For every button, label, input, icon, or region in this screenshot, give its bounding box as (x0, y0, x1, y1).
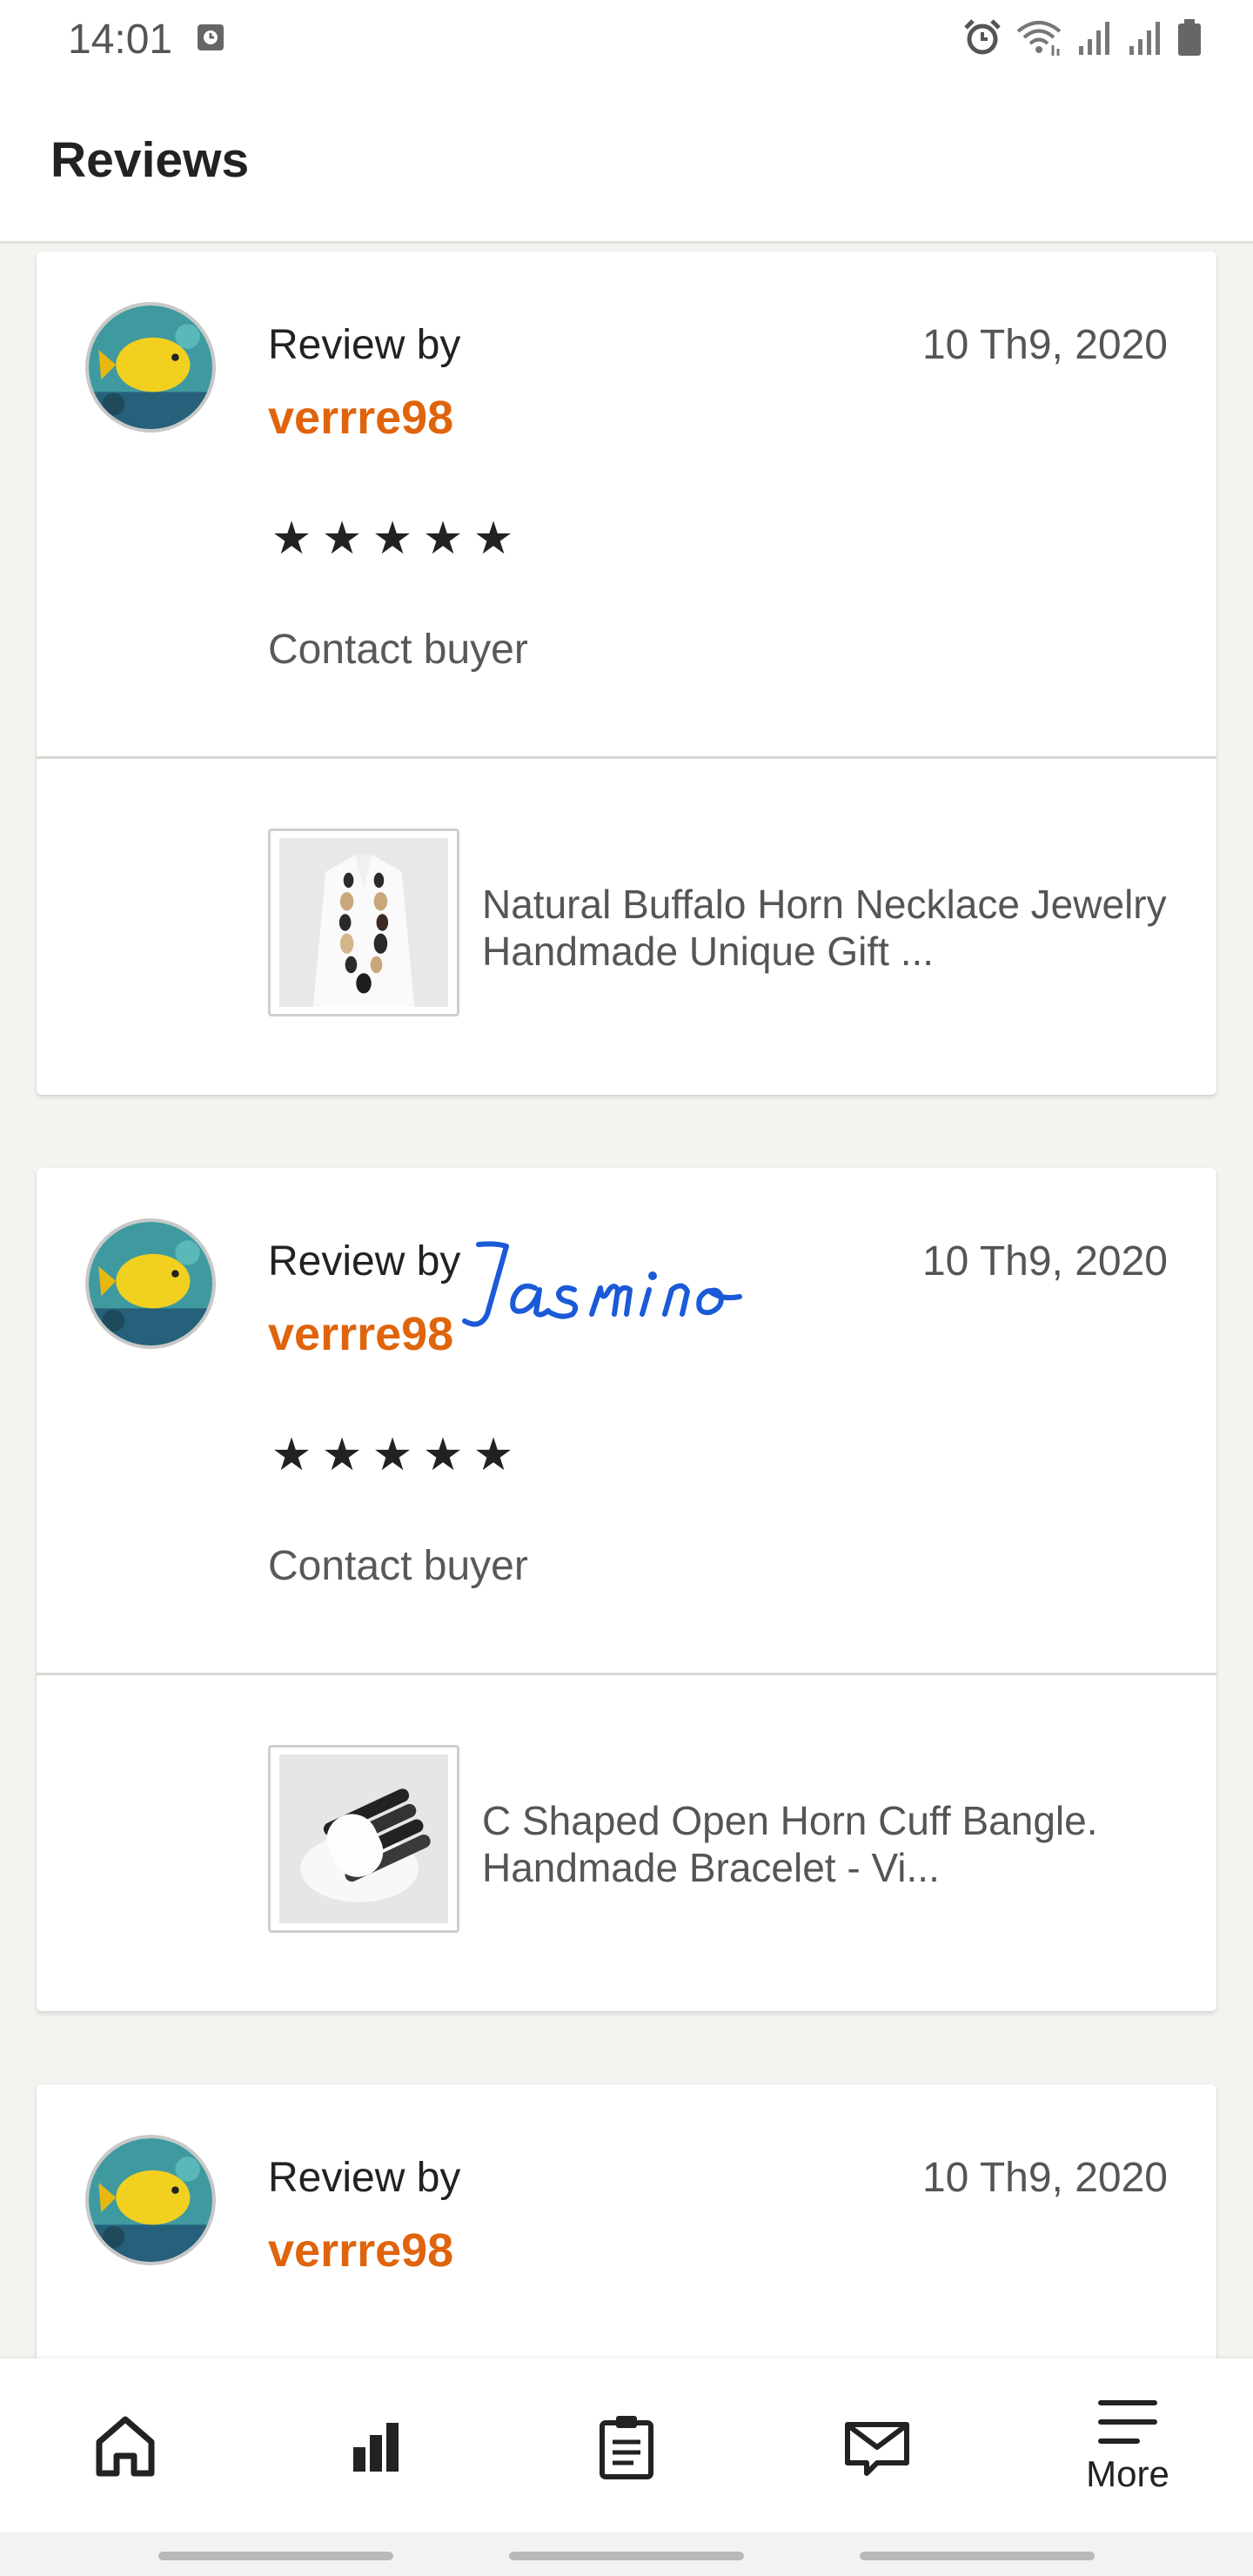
review-card: Review by verrre98 10 Th9, 2020 ★ ★ ★ ★ … (37, 1168, 1216, 2011)
nav-messages[interactable] (790, 2358, 964, 2532)
contact-buyer-link[interactable]: Contact buyer (268, 626, 528, 674)
contact-buyer-link[interactable]: Contact buyer (268, 1542, 528, 1590)
battery-icon (1176, 17, 1203, 62)
app-header: Reviews (0, 78, 1253, 244)
review-date: 10 Th9, 2020 (921, 322, 1168, 368)
avatar[interactable] (85, 2135, 216, 2265)
star-icon: ★ (321, 1430, 363, 1480)
gesture-pill[interactable] (509, 2552, 744, 2560)
product-title[interactable]: C Shaped Open Horn Cuff Bangle. Handmade… (482, 1797, 1169, 1891)
mail-icon (845, 2422, 909, 2476)
review-card: Review by verrre98 10 Th9, 2020 ★ ★ ★ ★ … (37, 252, 1216, 1095)
star-icon: ★ (271, 1430, 312, 1480)
status-time: 14:01 (68, 16, 173, 63)
star-icon: ★ (321, 513, 363, 564)
nav-more-label: More (1086, 2453, 1169, 2494)
system-gesture-bar (0, 2532, 1253, 2576)
review-by-label: Review by (268, 322, 461, 368)
necklace-thumbnail (279, 838, 448, 1007)
page-title: Reviews (50, 131, 250, 188)
status-bar: 14:01 (0, 0, 1253, 78)
nav-more[interactable]: More (1041, 2358, 1215, 2532)
product-title[interactable]: Natural Buffalo Horn Necklace Jewelry Ha… (482, 881, 1169, 975)
star-rating: ★ ★ ★ ★ ★ (268, 513, 517, 565)
avatar[interactable] (85, 1218, 216, 1349)
product-thumbnail[interactable] (268, 828, 459, 1016)
reviews-feed[interactable]: Review by verrre98 10 Th9, 2020 ★ ★ ★ ★ … (0, 246, 1253, 2358)
nav-home[interactable] (38, 2358, 212, 2532)
reviewer-name-link[interactable]: verrre98 (268, 391, 453, 445)
gesture-pill[interactable] (158, 2552, 393, 2560)
bottom-navigation: More (0, 2358, 1253, 2532)
review-by-label: Review by (268, 1238, 461, 1285)
star-icon: ★ (472, 513, 514, 564)
nav-stats[interactable] (289, 2358, 463, 2532)
reviewer-name-link[interactable]: verrre98 (268, 1307, 453, 1361)
star-icon: ★ (422, 1430, 464, 1480)
star-icon: ★ (271, 513, 312, 564)
star-rating: ★ ★ ★ ★ ★ (268, 1429, 517, 1481)
home-icon (96, 2416, 155, 2477)
signal-icon (1126, 18, 1164, 61)
star-icon: ★ (372, 1430, 413, 1480)
avatar[interactable] (85, 302, 216, 433)
wifi-icon (1015, 17, 1063, 62)
review-by-label: Review by (268, 2155, 461, 2201)
bracelet-thumbnail (279, 1754, 448, 1923)
signal-icon (1075, 18, 1114, 61)
star-icon: ★ (472, 1430, 514, 1480)
reviewed-product[interactable]: C Shaped Open Horn Cuff Bangle. Handmade… (37, 1675, 1216, 2011)
product-thumbnail[interactable] (268, 1745, 459, 1933)
calendar-icon (195, 22, 226, 57)
reviewer-name-link[interactable]: verrre98 (268, 2224, 453, 2277)
star-icon: ★ (422, 513, 464, 564)
menu-icon (1098, 2400, 1157, 2444)
review-card: Review by verrre98 10 Th9, 2020 (37, 2084, 1216, 2358)
clipboard-icon (600, 2416, 653, 2479)
reviewed-product[interactable]: Natural Buffalo Horn Necklace Jewelry Ha… (37, 759, 1216, 1095)
gesture-pill[interactable] (860, 2552, 1095, 2560)
nav-orders[interactable] (539, 2358, 714, 2532)
review-date: 10 Th9, 2020 (921, 2155, 1168, 2201)
star-icon: ★ (372, 513, 413, 564)
stats-icon (353, 2423, 399, 2472)
review-date: 10 Th9, 2020 (921, 1238, 1168, 1285)
alarm-icon (962, 17, 1002, 62)
